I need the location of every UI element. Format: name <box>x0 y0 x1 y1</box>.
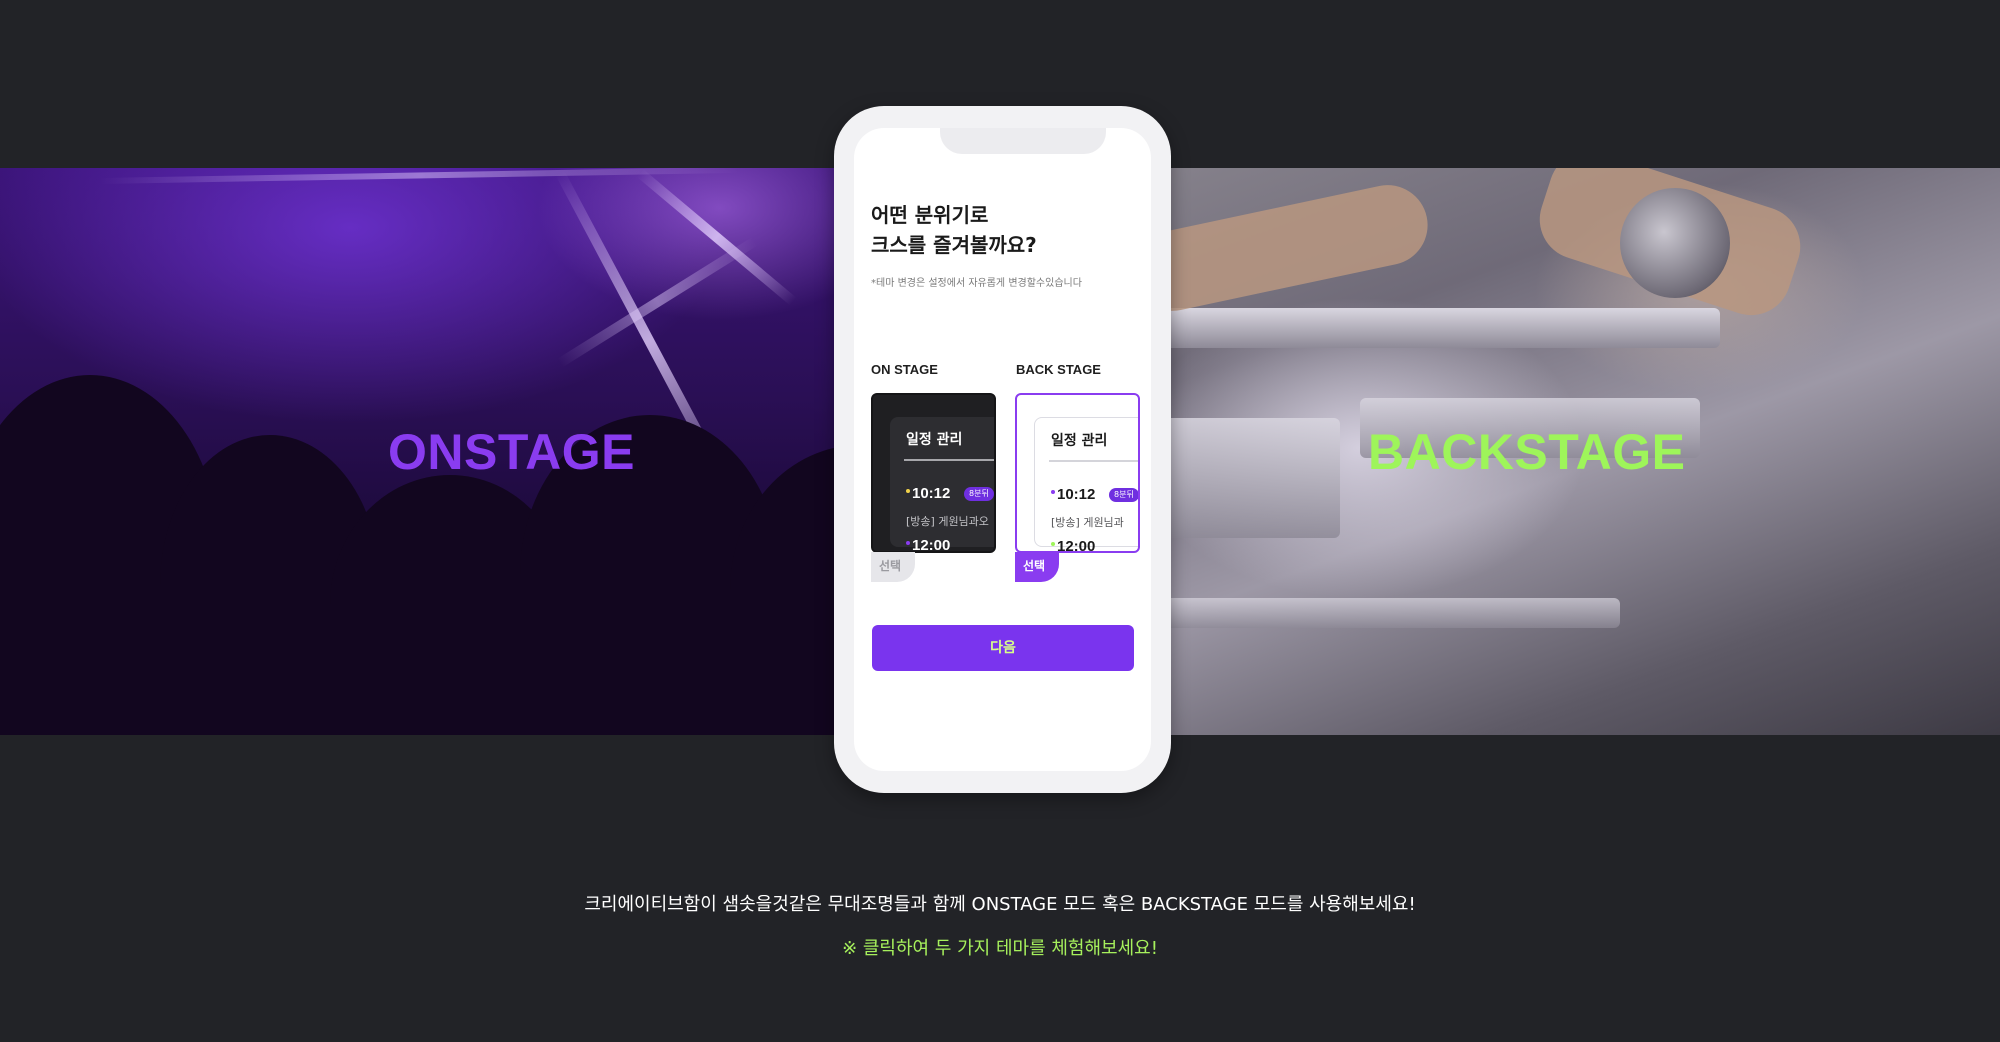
option-label-on-stage: ON STAGE <box>871 362 938 377</box>
select-button-back-stage[interactable]: 선택 <box>1015 552 1059 582</box>
theme-card-back-stage[interactable]: 일정 관리 10:12 8분뒤 [방송] 게원님과 12:00 <box>1015 393 1140 553</box>
schedule-item-text: [방송] 게원님과 <box>1051 516 1124 529</box>
theme-question-heading: 어떤 분위기로 크스를 즐겨볼까요? <box>871 200 1131 260</box>
select-button-on-stage[interactable]: 선택 <box>871 552 915 582</box>
divider <box>904 459 994 461</box>
divider <box>1049 460 1138 462</box>
next-button[interactable]: 다음 <box>872 625 1134 671</box>
schedule-badge: 8분뒤 <box>964 487 994 501</box>
phone-mockup: 어떤 분위기로 크스를 즐겨볼까요? *테마 변경은 설정에서 자유롭게 변경할… <box>834 106 1171 793</box>
schedule-title: 일정 관리 <box>906 432 963 448</box>
phone-screen: 어떤 분위기로 크스를 즐겨볼까요? *테마 변경은 설정에서 자유롭게 변경할… <box>854 128 1151 771</box>
try-themes-caption: ※ 클릭하여 두 가지 테마를 체험해보세요! <box>842 938 1158 959</box>
bullet-icon <box>906 489 910 493</box>
theme-change-note: *테마 변경은 설정에서 자유롭게 변경할수있습니다 <box>871 278 1082 289</box>
phone-notch <box>940 128 1106 154</box>
microphone-image <box>1620 188 1730 298</box>
bullet-icon <box>1051 542 1055 546</box>
schedule-preview: 일정 관리 10:12 8분뒤 [방송] 게원님과오 12:00 <box>890 417 994 551</box>
schedule-preview: 일정 관리 10:12 8분뒤 [방송] 게원님과 12:00 <box>1034 417 1138 551</box>
schedule-time: 12:00 <box>912 537 951 553</box>
onstage-title[interactable]: ONSTAGE <box>388 423 635 481</box>
heading-line: 어떤 분위기로 <box>871 203 989 227</box>
schedule-time: 10:12 <box>1057 486 1096 503</box>
bullet-icon <box>1051 490 1055 494</box>
bullet-icon <box>906 541 910 545</box>
light-beam <box>636 169 797 306</box>
heading-line: 크스를 즐겨볼까요? <box>871 233 1037 257</box>
schedule-time: 10:12 <box>912 485 951 502</box>
hand-silhouette <box>1124 177 1436 319</box>
schedule-time: 12:00 <box>1057 538 1096 553</box>
page: ONSTAGE BACKSTAGE 어떤 분위기로 크스를 즐겨볼까요? *테마… <box>0 0 2000 1042</box>
schedule-badge: 8분뒤 <box>1109 488 1138 502</box>
schedule-item-text: [방송] 게원님과오 <box>906 515 989 528</box>
description-caption: 크리에이티브함이 샘솟을것같은 무대조명들과 함께 ONSTAGE 모드 혹은 … <box>584 894 1416 915</box>
schedule-title: 일정 관리 <box>1051 433 1108 449</box>
backstage-title[interactable]: BACKSTAGE <box>1368 423 1685 481</box>
option-label-back-stage: BACK STAGE <box>1016 362 1101 377</box>
theme-card-on-stage[interactable]: 일정 관리 10:12 8분뒤 [방송] 게원님과오 12:00 <box>871 393 996 553</box>
